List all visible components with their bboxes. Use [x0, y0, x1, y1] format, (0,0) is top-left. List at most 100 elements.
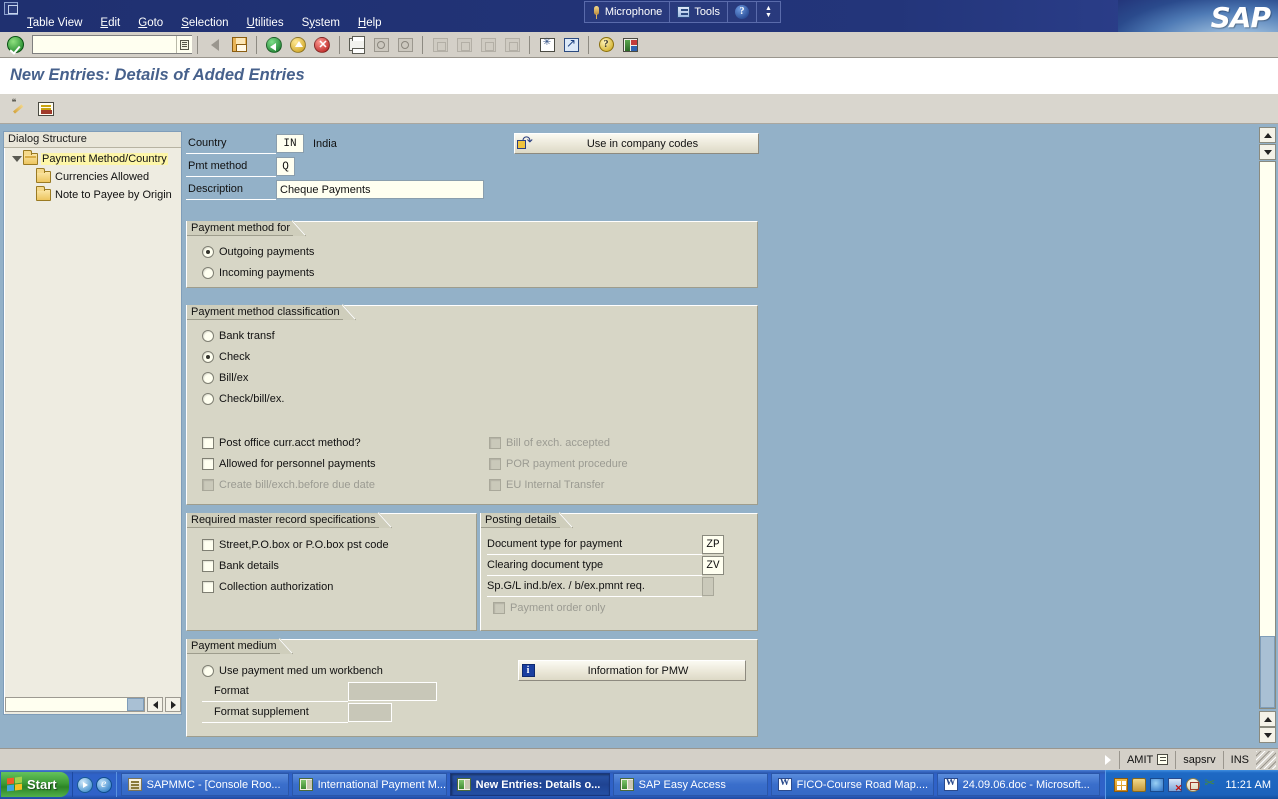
- create-shortcut-button[interactable]: [560, 34, 582, 55]
- customize-layout-button[interactable]: [619, 34, 641, 55]
- checkbox-icon: [489, 436, 501, 449]
- scroll-down-button-top[interactable]: [1259, 144, 1276, 160]
- checkbox-post-office-curr-acct[interactable]: Post office curr.acct method?: [202, 432, 376, 453]
- vscroll-thumb[interactable]: [1260, 636, 1275, 708]
- resize-grip[interactable]: [1256, 750, 1276, 769]
- internet-explorer-icon[interactable]: [95, 776, 112, 793]
- vscroll-track[interactable]: [1259, 161, 1276, 709]
- enter-button[interactable]: [4, 35, 26, 55]
- taskbar-item-fico-course-road-map[interactable]: FICO-Course Road Map....: [770, 773, 934, 796]
- radio-check-bill-ex[interactable]: Check/bill/ex.: [202, 388, 757, 409]
- information-for-pmw-button[interactable]: i Information for PMW: [518, 660, 746, 681]
- scroll-up-button[interactable]: [1259, 127, 1276, 143]
- tree-item-currencies-allowed[interactable]: Currencies Allowed: [4, 168, 181, 186]
- bluetooth-icon[interactable]: [1150, 777, 1165, 792]
- pmt-method-input[interactable]: [276, 157, 295, 176]
- volume-muted-icon[interactable]: [1168, 777, 1183, 794]
- tools-button[interactable]: Tools: [670, 2, 728, 22]
- help-button[interactable]: ?: [595, 34, 617, 55]
- titlebar-spinner-button[interactable]: ▲ ▼: [757, 2, 780, 22]
- find-button[interactable]: [370, 34, 392, 55]
- radio-label: Outgoing payments: [219, 245, 315, 258]
- previous-page-button[interactable]: [453, 34, 475, 55]
- spgl-ind-bex-input[interactable]: [702, 577, 714, 596]
- radio-incoming-payments[interactable]: Incoming payments: [202, 262, 757, 283]
- command-field[interactable]: [32, 35, 192, 54]
- find-next-button[interactable]: [394, 34, 416, 55]
- chevron-down-icon[interactable]: [10, 153, 23, 166]
- menu-edit[interactable]: Edit: [91, 15, 129, 31]
- checkbox-bank-details[interactable]: Bank details: [202, 555, 476, 576]
- tree-hscroll-thumb[interactable]: [127, 698, 145, 711]
- tree-hscroll-track[interactable]: [5, 697, 146, 712]
- document-type-for-payment-input[interactable]: [702, 535, 724, 554]
- command-history-icon[interactable]: [176, 36, 192, 53]
- scroll-down-button[interactable]: [1259, 727, 1276, 743]
- first-page-button[interactable]: [429, 34, 451, 55]
- mail-icon[interactable]: [1186, 777, 1201, 792]
- taskbar-item-label: New Entries: Details o...: [475, 778, 601, 791]
- tree-scroll-left-button[interactable]: [147, 697, 164, 712]
- tree-item-payment-method-country[interactable]: Payment Method/Country: [4, 150, 181, 168]
- task-list: SAPMMC - [Console Roo... International P…: [120, 773, 1106, 796]
- country-input[interactable]: [276, 134, 304, 153]
- folder-tray-icon[interactable]: [1132, 777, 1147, 792]
- radio-bank-transf[interactable]: Bank transf: [202, 325, 757, 346]
- taskbar-item-sap-easy-access[interactable]: SAP Easy Access: [612, 773, 768, 796]
- microphone-button[interactable]: Microphone: [585, 2, 671, 22]
- safely-remove-icon[interactable]: [1204, 775, 1218, 792]
- format-supplement-input[interactable]: [348, 703, 392, 722]
- command-input[interactable]: [33, 36, 175, 53]
- menu-system[interactable]: System: [293, 15, 349, 31]
- save-button[interactable]: [228, 34, 250, 55]
- scroll-up-button-bottom[interactable]: [1259, 711, 1276, 727]
- media-player-icon[interactable]: [76, 776, 93, 793]
- status-menu-icon[interactable]: [1157, 754, 1169, 765]
- tree-item-note-to-payee[interactable]: Note to Payee by Origin: [4, 186, 181, 204]
- menu-selection[interactable]: Selection: [172, 15, 237, 31]
- taskbar-item-new-entries[interactable]: New Entries: Details o...: [449, 773, 610, 796]
- start-button[interactable]: Start: [1, 772, 69, 797]
- create-session-button[interactable]: [536, 34, 558, 55]
- checkbox-collection-authorization[interactable]: Collection authorization: [202, 576, 476, 597]
- taskbar-item-sapmmc[interactable]: SAPMMC - [Console Roo...: [120, 773, 289, 796]
- next-page-button[interactable]: [477, 34, 499, 55]
- status-expand-icon[interactable]: [1104, 754, 1111, 765]
- checkbox-allowed-personnel-payments[interactable]: Allowed for personnel payments: [202, 453, 376, 474]
- find-next-icon: [397, 37, 413, 52]
- checkbox-street-po-box[interactable]: Street,P.O.box or P.O.box pst code: [202, 534, 476, 555]
- tree-scroll-right-button[interactable]: [165, 697, 181, 712]
- new-entries-button[interactable]: [9, 97, 30, 119]
- status-user-cell[interactable]: AMIT: [1118, 750, 1175, 769]
- menu-goto[interactable]: Goto: [129, 15, 172, 31]
- prev-arrow-icon[interactable]: [204, 34, 226, 55]
- radio-check[interactable]: Check: [202, 346, 757, 367]
- network-icon[interactable]: [1114, 777, 1129, 792]
- display-details-button[interactable]: [35, 99, 56, 119]
- status-insert-mode-cell[interactable]: INS: [1222, 750, 1256, 769]
- checkbox-label: Create bill/exch.before due date: [219, 478, 375, 491]
- radio-outgoing-payments[interactable]: Outgoing payments: [202, 241, 757, 262]
- cancel-button[interactable]: [311, 34, 333, 55]
- back-button[interactable]: [263, 34, 285, 55]
- radio-bill-ex[interactable]: Bill/ex: [202, 367, 757, 388]
- description-input[interactable]: [276, 180, 484, 199]
- taskbar-item-24-09-06-doc[interactable]: 24.09.06.doc - Microsoft...: [936, 773, 1100, 796]
- print-button[interactable]: [346, 34, 368, 55]
- question-mark-icon: ?: [735, 5, 749, 19]
- exit-button[interactable]: [287, 34, 309, 55]
- main-vertical-scrollbar[interactable]: [1259, 127, 1277, 744]
- titlebar-help-button[interactable]: ?: [728, 2, 757, 22]
- menu-help[interactable]: Help: [349, 15, 391, 31]
- tree-horizontal-scrollbar[interactable]: [5, 696, 181, 713]
- format-input[interactable]: [348, 682, 437, 701]
- clearing-document-type-input[interactable]: [702, 556, 724, 575]
- toolbar-separator: [256, 35, 257, 54]
- taskbar-item-international-payment[interactable]: International Payment M...: [291, 773, 447, 796]
- last-page-button[interactable]: [501, 34, 523, 55]
- menu-table-view[interactable]: Table View: [18, 15, 91, 31]
- menu-utilities[interactable]: Utilities: [238, 15, 293, 31]
- system-menu-icon[interactable]: [4, 2, 18, 15]
- use-in-company-codes-button[interactable]: Use in company codes: [514, 133, 759, 154]
- exit-icon: [290, 36, 306, 53]
